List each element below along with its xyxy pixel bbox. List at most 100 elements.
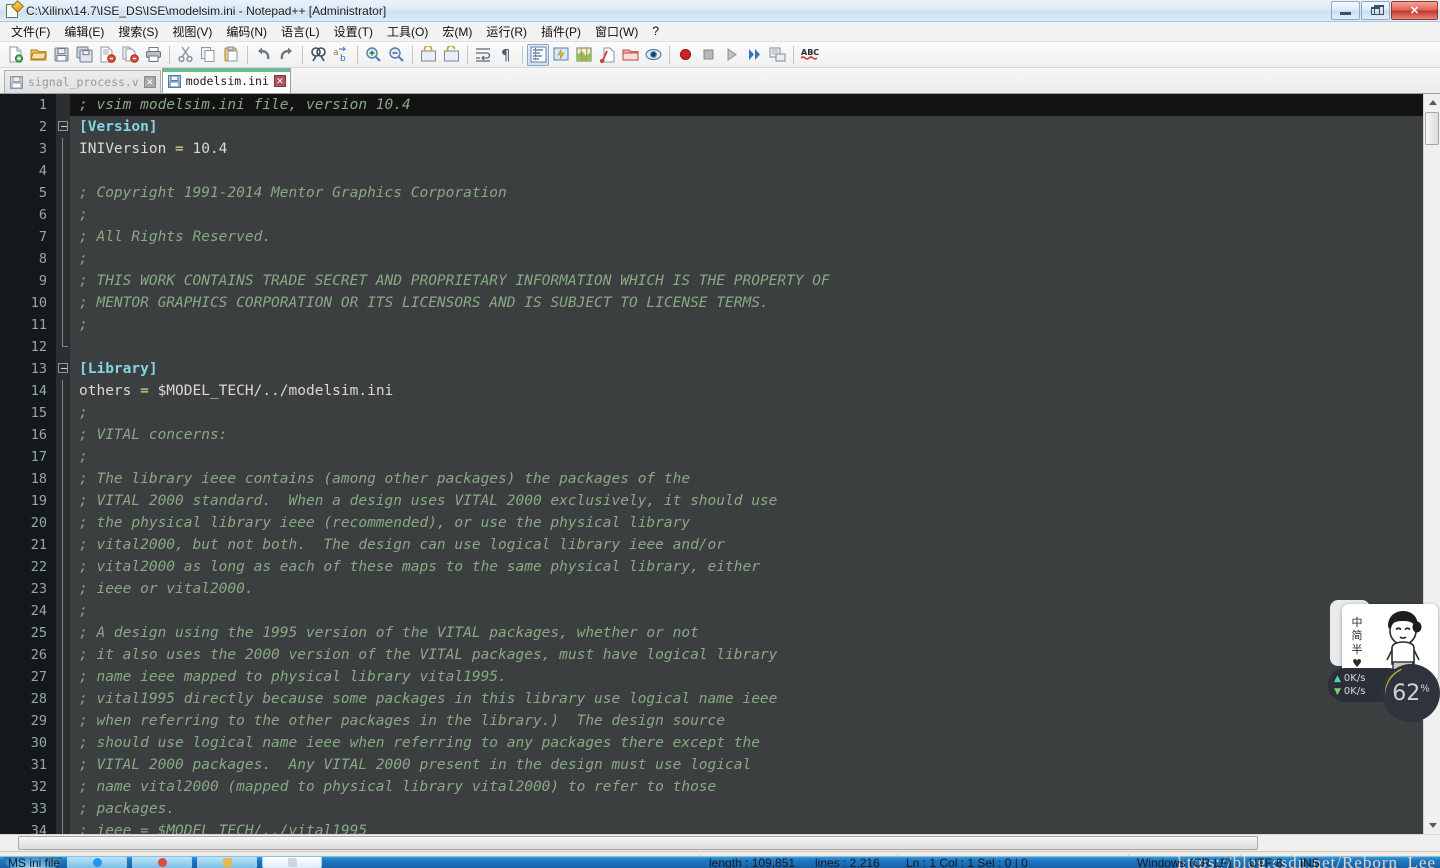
close-button[interactable]: ✕ bbox=[1391, 1, 1438, 20]
menu-language[interactable]: 语言(L) bbox=[274, 21, 327, 43]
show-all-characters-icon[interactable]: ¶ bbox=[495, 44, 517, 66]
code-line[interactable]: ; MENTOR GRAPHICS CORPORATION OR ITS LIC… bbox=[70, 292, 1440, 314]
scroll-down-arrow-icon[interactable] bbox=[1424, 817, 1440, 834]
save-all-icon[interactable] bbox=[73, 44, 95, 66]
menu-settings[interactable]: 设置(T) bbox=[327, 21, 380, 43]
code-line[interactable]: ; name ieee mapped to physical library v… bbox=[70, 666, 1440, 688]
sync-vertical-scroll-icon[interactable] bbox=[417, 44, 439, 66]
status-encoding[interactable]: UTF-8 bbox=[1241, 852, 1291, 868]
copy-icon[interactable] bbox=[197, 44, 219, 66]
menu-plugins[interactable]: 插件(P) bbox=[534, 21, 588, 43]
code-line[interactable]: ; name vital2000 (mapped to physical lib… bbox=[70, 776, 1440, 798]
code-line[interactable]: ; when referring to the other packages i… bbox=[70, 710, 1440, 732]
sync-horizontal-scroll-icon[interactable] bbox=[440, 44, 462, 66]
code-line[interactable]: ; bbox=[70, 204, 1440, 226]
code-line[interactable]: ; bbox=[70, 446, 1440, 468]
code-line[interactable]: ; VITAL 2000 packages. Any VITAL 2000 pr… bbox=[70, 754, 1440, 776]
cpu-usage-gauge[interactable]: 62% bbox=[1382, 664, 1440, 722]
code-line[interactable]: ; bbox=[70, 600, 1440, 622]
menu-tools[interactable]: 工具(O) bbox=[380, 21, 435, 43]
menu-run[interactable]: 运行(R) bbox=[479, 21, 534, 43]
zoom-out-icon[interactable] bbox=[385, 44, 407, 66]
paste-icon[interactable] bbox=[220, 44, 242, 66]
stop-recording-icon[interactable] bbox=[697, 44, 719, 66]
code-line[interactable]: ; vital2000 as long as each of these map… bbox=[70, 556, 1440, 578]
status-insert-mode[interactable]: INS bbox=[1292, 852, 1328, 868]
zoom-in-icon[interactable] bbox=[362, 44, 384, 66]
code-line[interactable]: ; All Rights Reserved. bbox=[70, 226, 1440, 248]
code-line[interactable]: ; VITAL 2000 standard. When a design use… bbox=[70, 490, 1440, 512]
code-line[interactable]: INIVersion = 10.4 bbox=[70, 138, 1440, 160]
code-line[interactable]: ; bbox=[70, 314, 1440, 336]
close-all-icon[interactable] bbox=[119, 44, 141, 66]
menu-view[interactable]: 视图(V) bbox=[165, 21, 219, 43]
record-macro-icon[interactable] bbox=[674, 44, 696, 66]
menu-encoding[interactable]: 编码(N) bbox=[219, 21, 274, 43]
document-map-icon[interactable] bbox=[573, 44, 595, 66]
code-line[interactable]: ; packages. bbox=[70, 798, 1440, 820]
find-icon[interactable] bbox=[307, 44, 329, 66]
code-line[interactable]: ; ieee or vital2000. bbox=[70, 578, 1440, 600]
folder-as-workspace-icon[interactable] bbox=[619, 44, 641, 66]
vertical-scrollbar-thumb[interactable] bbox=[1425, 112, 1439, 145]
code-folding-margin[interactable] bbox=[56, 94, 70, 834]
ime-chinese-mode-label[interactable]: 中 bbox=[1352, 616, 1363, 630]
indent-guide-icon[interactable] bbox=[527, 43, 549, 66]
minimize-button[interactable] bbox=[1331, 1, 1360, 20]
code-line[interactable]: ; bbox=[70, 248, 1440, 270]
save-icon[interactable] bbox=[50, 44, 72, 66]
code-line[interactable]: ; the physical library ieee (recommended… bbox=[70, 512, 1440, 534]
status-eol-format[interactable]: Windows (CR LF) bbox=[1129, 852, 1240, 868]
code-line[interactable]: ; ieee = $MODEL_TECH/../vital1995 bbox=[70, 820, 1440, 834]
fold-collapse-icon[interactable] bbox=[58, 363, 68, 373]
horizontal-scrollbar[interactable] bbox=[0, 834, 1440, 851]
code-line[interactable]: ; bbox=[70, 402, 1440, 424]
tab-signal-process-v[interactable]: signal_process.v ✕ bbox=[4, 70, 161, 93]
code-line[interactable]: ; The library ieee contains (among other… bbox=[70, 468, 1440, 490]
tab-close-icon[interactable]: ✕ bbox=[143, 76, 156, 88]
menu-file[interactable]: 文件(F) bbox=[4, 21, 57, 43]
code-line[interactable]: ; should use logical name ieee when refe… bbox=[70, 732, 1440, 754]
fold-marker[interactable] bbox=[56, 358, 70, 380]
run-macro-multiple-icon[interactable] bbox=[743, 44, 765, 66]
undo-icon[interactable] bbox=[252, 44, 274, 66]
play-macro-icon[interactable] bbox=[720, 44, 742, 66]
code-line[interactable] bbox=[70, 160, 1440, 182]
function-list-icon[interactable] bbox=[596, 44, 618, 66]
open-file-icon[interactable] bbox=[27, 44, 49, 66]
tab-modelsim-ini[interactable]: modelsim.ini ✕ bbox=[161, 68, 291, 93]
menu-edit[interactable]: 编辑(E) bbox=[57, 21, 111, 43]
code-line[interactable]: ; Copyright 1991-2014 Mentor Graphics Co… bbox=[70, 182, 1440, 204]
menu-macro[interactable]: 宏(M) bbox=[435, 21, 479, 43]
redo-icon[interactable] bbox=[275, 44, 297, 66]
tab-close-icon[interactable]: ✕ bbox=[273, 75, 286, 87]
cut-icon[interactable] bbox=[174, 44, 196, 66]
code-line[interactable]: ; it also uses the 2000 version of the V… bbox=[70, 644, 1440, 666]
vertical-scrollbar[interactable] bbox=[1423, 94, 1440, 834]
ime-simplified-mode-label[interactable]: 简 bbox=[1352, 629, 1363, 643]
menu-search[interactable]: 搜索(S) bbox=[111, 21, 165, 43]
horizontal-scrollbar-thumb[interactable] bbox=[18, 836, 1258, 850]
code-text-area[interactable]: ; vsim modelsim.ini file, version 10.4 [V… bbox=[70, 94, 1440, 834]
code-line[interactable]: ; VITAL concerns: bbox=[70, 424, 1440, 446]
ime-halfwidth-mode-label[interactable]: 半 bbox=[1352, 643, 1363, 657]
code-line[interactable]: ; vsim modelsim.ini file, version 10.4 bbox=[70, 94, 1440, 116]
fold-marker[interactable] bbox=[56, 116, 70, 138]
word-wrap-icon[interactable] bbox=[472, 44, 494, 66]
code-line[interactable]: ; vital1995 directly because some packag… bbox=[70, 688, 1440, 710]
spell-check-icon[interactable]: ABC bbox=[798, 44, 820, 66]
fold-collapse-icon[interactable] bbox=[58, 121, 68, 131]
menu-help[interactable]: ? bbox=[645, 22, 666, 41]
print-icon[interactable] bbox=[142, 44, 164, 66]
monitoring-icon[interactable] bbox=[642, 44, 664, 66]
code-line[interactable]: ; vital2000, but not both. The design ca… bbox=[70, 534, 1440, 556]
restore-button[interactable] bbox=[1361, 1, 1390, 20]
scroll-up-arrow-icon[interactable] bbox=[1424, 94, 1440, 111]
user-defined-dialog-icon[interactable] bbox=[550, 44, 572, 66]
menu-window[interactable]: 窗口(W) bbox=[588, 21, 645, 43]
new-file-icon[interactable] bbox=[4, 44, 26, 66]
code-line[interactable] bbox=[70, 336, 1440, 358]
code-line[interactable]: [Library] bbox=[70, 358, 1440, 380]
save-macro-icon[interactable] bbox=[766, 44, 788, 66]
code-line[interactable]: ; THIS WORK CONTAINS TRADE SECRET AND PR… bbox=[70, 270, 1440, 292]
